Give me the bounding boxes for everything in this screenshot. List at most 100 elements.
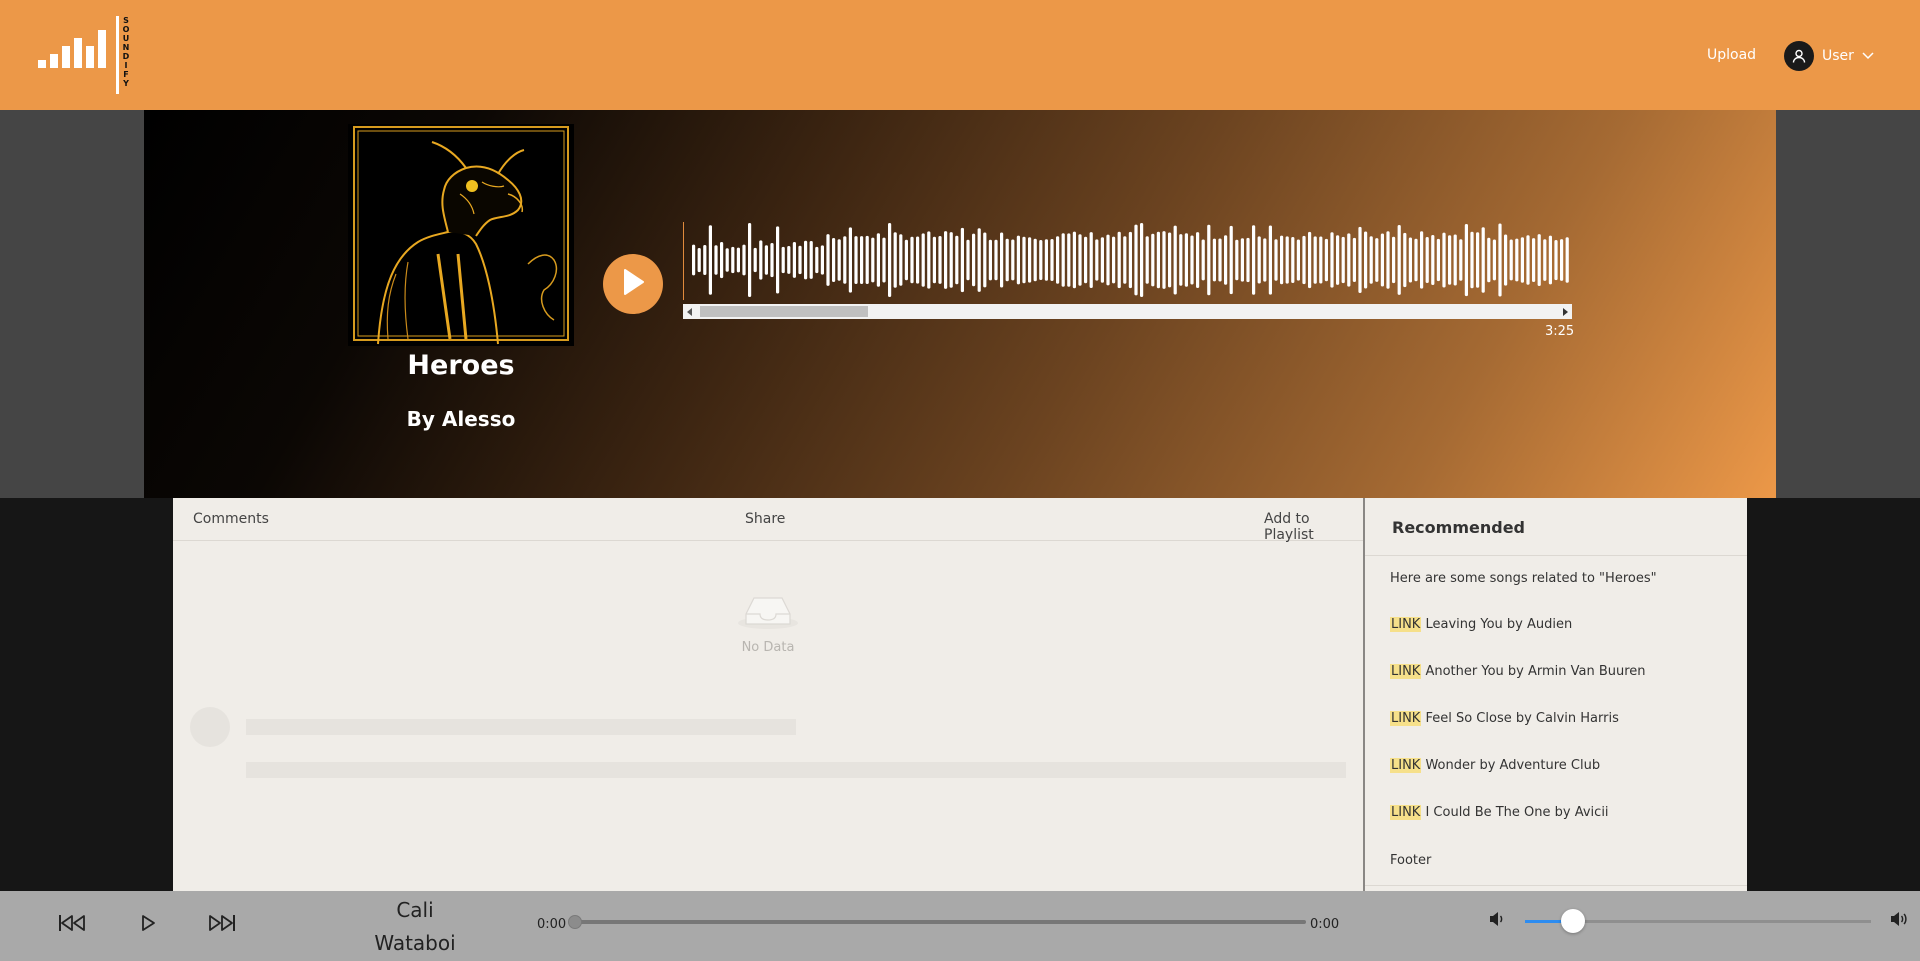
scroll-left-icon[interactable]	[687, 308, 692, 316]
waveform-bar	[1375, 238, 1379, 282]
total-time: 0:00	[1310, 917, 1340, 932]
waveform-bar	[960, 227, 964, 293]
waveform-bar	[787, 246, 791, 274]
max-volume-button[interactable]	[1884, 907, 1914, 935]
waveform-bar	[1386, 231, 1390, 289]
waveform-bar	[1509, 239, 1513, 281]
waveform-bar	[1212, 238, 1216, 282]
waveform-bar	[1285, 236, 1289, 284]
recommended-intro: Here are some songs related to "Heroes"	[1390, 571, 1657, 586]
waveform-bar	[736, 247, 740, 273]
skip-forward-icon	[207, 913, 237, 937]
logo-letter: D	[122, 52, 130, 61]
volume-high-icon	[1889, 911, 1909, 931]
waveform-bar	[1280, 235, 1284, 285]
waveform-bar	[1078, 234, 1082, 286]
waveform-bar	[1520, 237, 1524, 283]
tab-add-to-playlist[interactable]: Add to Playlist	[1264, 511, 1363, 543]
waveform-bar	[1179, 234, 1183, 286]
scrollbar-thumb[interactable]	[700, 306, 868, 317]
chevron-down-icon	[1862, 48, 1874, 64]
waveform-bar	[1016, 235, 1020, 285]
seek-handle[interactable]	[568, 915, 582, 929]
waveform-bar	[1190, 235, 1194, 285]
waveform-bar	[742, 244, 746, 276]
recommended-item[interactable]: LINK Another You by Armin Van Buuren	[1390, 664, 1646, 679]
tab-share[interactable]: Share	[745, 511, 785, 527]
waveform-bar	[1151, 233, 1155, 287]
sidebar-divider	[1365, 555, 1747, 556]
waveform-bar	[1364, 231, 1368, 289]
waveform-bar	[1028, 237, 1032, 283]
scroll-right-icon[interactable]	[1563, 308, 1568, 316]
waveform-bar	[1224, 235, 1228, 285]
waveform-bar	[1442, 232, 1446, 288]
mute-button[interactable]	[1482, 907, 1512, 935]
waveform[interactable]	[683, 222, 1572, 300]
waveform-bar	[944, 231, 948, 289]
waveform-bar	[770, 243, 774, 278]
recommended-item-label: Feel So Close by Calvin Harris	[1421, 711, 1619, 726]
waveform-bar	[1308, 231, 1312, 289]
recommended-item[interactable]: LINK Wonder by Adventure Club	[1390, 758, 1600, 773]
waveform-bar	[1218, 238, 1222, 282]
waveform-scrollbar[interactable]	[683, 304, 1572, 319]
waveform-bar	[1117, 231, 1121, 289]
song-artist[interactable]: By Alesso	[348, 407, 574, 431]
link-tag: LINK	[1390, 617, 1422, 632]
waveform-bar	[1100, 237, 1104, 283]
recommended-item-label: Wonder by Adventure Club	[1421, 758, 1601, 773]
waveform-bar	[1481, 227, 1485, 293]
recommended-item[interactable]: LINK Feel So Close by Calvin Harris	[1390, 711, 1619, 726]
waveform-bar	[1061, 233, 1065, 287]
recommended-item[interactable]: LINK I Could Be The One by Avicii	[1390, 805, 1609, 820]
song-title: Heroes	[407, 350, 515, 381]
waveform-bar	[1056, 236, 1060, 284]
logo-letter: O	[122, 25, 130, 34]
logo-letter: S	[123, 16, 129, 25]
waveform-bar	[725, 248, 729, 272]
song-tabs: Comments Share Add to Playlist	[173, 498, 1363, 543]
previous-track-button[interactable]	[57, 911, 87, 939]
recommended-item[interactable]: LINK Leaving You by Audien	[1390, 617, 1572, 632]
recommended-title: Recommended	[1392, 518, 1525, 537]
waveform-bar	[888, 223, 892, 297]
logo-wordmark: SOUNDIFY	[120, 16, 132, 88]
waveform-bar	[932, 236, 936, 284]
waveform-bar	[921, 233, 925, 287]
logo-letter: Y	[123, 79, 129, 88]
waveform-bar	[876, 233, 880, 287]
waveform-bar	[854, 236, 858, 284]
user-label: User	[1822, 48, 1854, 64]
waveform-bar	[1207, 224, 1211, 296]
waveform-bar	[1492, 239, 1496, 281]
upload-link[interactable]: Upload	[1707, 47, 1756, 63]
waveform-bar	[832, 238, 836, 282]
waveform-bar	[1072, 231, 1076, 289]
waveform-bar	[697, 248, 701, 273]
waveform-bar	[1184, 233, 1188, 287]
play-song-button[interactable]	[603, 254, 663, 314]
seek-bar[interactable]	[574, 920, 1306, 924]
waveform-bar	[731, 246, 735, 274]
now-playing-title: Cali	[396, 898, 434, 922]
tab-comments[interactable]: Comments	[193, 511, 269, 527]
waveform-bar	[1526, 235, 1530, 285]
waveform-bar	[826, 234, 830, 286]
play-button[interactable]	[133, 911, 163, 939]
volume-handle[interactable]	[1561, 909, 1586, 933]
waveform-bar	[899, 234, 903, 286]
top-header: SOUNDIFY Upload User	[0, 0, 1920, 110]
next-track-button[interactable]	[207, 911, 237, 939]
waveform-bar	[1022, 236, 1026, 284]
waveform-bar	[1140, 223, 1144, 297]
waveform-bar	[1537, 234, 1541, 286]
user-menu[interactable]: User	[1784, 41, 1874, 71]
current-time: 0:00	[537, 917, 567, 932]
waveform-bar	[1313, 236, 1317, 284]
waveform-bar	[949, 232, 953, 288]
waveform-bar	[1291, 237, 1295, 283]
waveform-bar	[1498, 223, 1502, 297]
empty-comments-text: No Data	[741, 640, 795, 655]
soundify-logo[interactable]: SOUNDIFY	[38, 16, 132, 96]
